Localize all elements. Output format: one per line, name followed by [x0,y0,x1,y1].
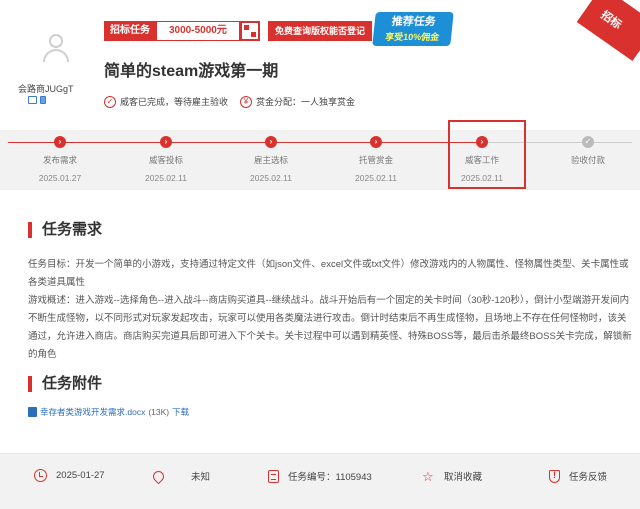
attachment-item: 幸存者类游戏开发需求.docx (13K) 下载 [28,406,189,418]
corner-badge: 招标 [576,0,640,62]
yen-icon: ¥ [240,95,253,108]
current-step-highlight [448,120,526,189]
chevron-right-icon: › [160,136,172,148]
task-progress: › 发布需求 2025.01.27 › 威客投标 2025.02.11 › 雇主… [0,130,640,190]
task-location: 未知 [150,468,211,484]
document-icon [268,469,279,483]
step-label: 验收付款 [570,155,605,165]
promo-subtitle: 享受10%佣金 [384,32,440,42]
verification-badges [28,96,46,104]
chevron-right-icon: › [265,136,277,148]
cancel-favorite-button[interactable]: ☆ 取消收藏 [422,468,483,484]
progress-step-pending: ✓ 验收付款 [548,136,628,173]
progress-step: › 托管赏金 2025.02.11 [336,136,416,183]
task-type-tag: 招标任务 3000-5000元 [104,21,240,41]
task-number-value: 任务编号：1105943 [288,472,372,483]
task-feedback-button[interactable]: 任务反馈 [549,469,607,483]
task-status: 威客已完成，等待雇主验收 [120,97,229,107]
publish-date-value: 2025-01-27 [56,470,105,481]
task-number: 任务编号：1105943 [268,469,372,483]
step-label: 发布需求 [42,155,77,165]
phone-icon [40,96,46,104]
check-circle-icon: ✓ [104,95,116,108]
task-type-label: 招标任务 [104,21,156,41]
location-value: 未知 [191,472,211,483]
star-icon: ☆ [422,468,434,484]
employer-name[interactable]: 会路商JUGgT [18,82,74,95]
attachment-size: (13K) [148,407,170,417]
user-icon [39,32,73,66]
step-date: 2025.02.11 [250,173,292,183]
publish-date: 2025-01-27 [34,469,105,482]
step-date: 2025.02.11 [355,173,397,183]
promo-banner[interactable]: 推荐任务 享受10%佣金 [372,12,454,46]
promo-title: 推荐任务 [391,16,437,28]
id-card-icon [28,96,37,104]
copyright-check-button[interactable]: 免费查询版权能否登记 [268,21,373,41]
progress-step: › 发布需求 2025.01.27 [20,136,100,183]
step-label: 托管赏金 [358,155,393,165]
progress-step: › 雇主选标 2025.02.11 [231,136,311,183]
step-date: 2025.01.27 [38,173,82,183]
check-icon: ✓ [582,136,594,148]
shield-alert-icon [549,469,560,483]
game-overview: 游戏概述：进入游戏--选择角色--进入战斗--商店购买道具--继续战斗。战斗开始… [28,295,632,360]
cancel-favorite-label: 取消收藏 [444,472,483,483]
chevron-right-icon: › [54,136,66,148]
step-label: 威客投标 [148,155,183,165]
location-pin-icon [150,468,167,484]
avatar[interactable] [26,32,86,66]
task-footer: 2025-01-27 未知 任务编号：1105943 ☆ 取消收藏 任务反馈 [0,453,640,509]
download-link[interactable]: 下载 [172,406,189,418]
qr-code-icon[interactable] [240,21,260,41]
task-feedback-label: 任务反馈 [569,472,608,483]
task-goal: 任务目标：开发一个简单的小游戏，支持通过特定文件（如json文件、excel文件… [28,259,629,288]
requirements-heading: 任务需求 [28,222,102,238]
clock-icon [34,469,47,482]
reward-distribution: 赏金分配：一人独享赏金 [256,97,356,107]
attachments-heading: 任务附件 [28,376,102,392]
task-price: 3000-5000元 [156,21,240,41]
step-label: 雇主选标 [253,155,288,165]
chevron-right-icon: › [370,136,382,148]
progress-step: › 威客投标 2025.02.11 [126,136,206,183]
task-header: 会路商JUGgT 招标任务 3000-5000元 免费查询版权能否登记 推荐任务… [0,0,640,130]
requirements-body: 任务目标：开发一个简单的小游戏，支持通过特定文件（如json文件、excel文件… [28,256,632,364]
word-file-icon [28,407,37,417]
attachment-file-link[interactable]: 幸存者类游戏开发需求.docx [40,406,145,418]
step-date: 2025.02.11 [145,173,187,183]
corner-badge-label: 招标 [598,9,624,32]
task-status-row: ✓ 威客已完成，等待雇主验收 ¥ 赏金分配：一人独享赏金 [104,95,355,108]
task-title: 简单的steam游戏第一期 [104,63,279,80]
